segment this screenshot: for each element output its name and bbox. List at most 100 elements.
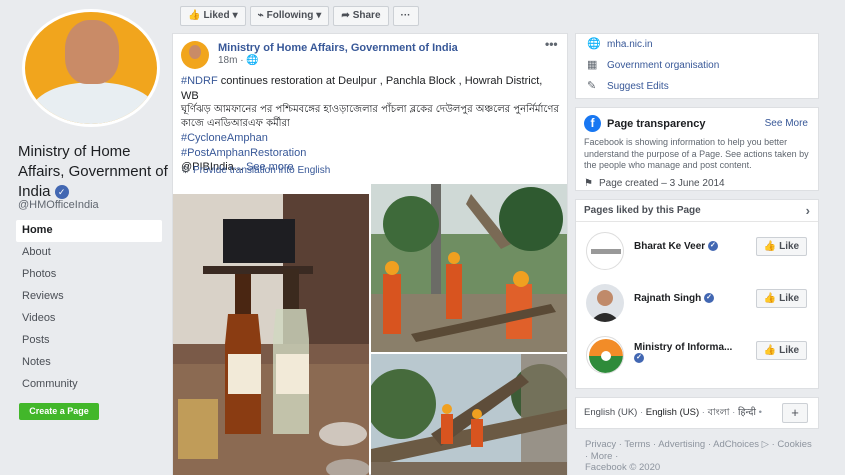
language-separator: · [732,407,736,418]
globe-icon: 🌐 [587,38,601,50]
nav-item-posts[interactable]: Posts [16,330,162,352]
like-label: Like [779,241,800,252]
hashtag-ndrf[interactable]: #NDRF [181,75,218,87]
nav-item-home[interactable]: Home [16,220,162,242]
post-author-avatar[interactable] [181,41,209,69]
category-link[interactable]: Government organisation [607,60,719,71]
hashtag-post-amphan-restoration[interactable]: #PostAmphanRestoration [181,146,563,161]
liked-page-name-text: Ministry of Informa... [634,342,733,353]
verified-badge-icon: ✓ [54,185,69,200]
liked-page-thumb[interactable] [586,232,624,270]
post-card: Ministry of Home Affairs, Government of … [172,33,568,475]
liked-label: Liked [203,10,230,21]
like-page-button[interactable]: 👍 Like [756,237,807,256]
facebook-logo-icon: f [584,115,601,132]
footer-links: Privacy · Terms · Advertising · AdChoice… [585,439,815,474]
more-label: ··· [400,10,411,21]
post-photo-ndrf-workers[interactable] [371,184,567,352]
translate-link[interactable]: ⚙ Provide translation into English [181,165,330,176]
footer-links-line[interactable]: Privacy · Terms · Advertising · AdChoice… [585,439,815,462]
create-page-button[interactable]: Create a Page [19,403,99,420]
share-button[interactable]: ➦ Share [333,6,389,26]
transparency-see-more[interactable]: See More [765,118,808,129]
chevron-right-icon: › [805,203,810,218]
transparency-description: Facebook is showing information to help … [584,137,809,170]
language-separator: · [701,407,705,418]
liked-page-name-text: Bharat Ke Veer [634,241,706,252]
page-nav: Home About Photos Reviews Videos Posts N… [16,220,162,396]
page-handle[interactable]: @HMOfficeIndia [18,199,99,211]
liked-page-name[interactable]: Bharat Ke Veer ✓ [634,241,718,252]
post-bengali-text: ঘূর্ণিঝড় আমফানের পর পশ্চিমবঙ্গের হাওড়া… [181,104,559,129]
page-profile-picture[interactable] [22,9,160,127]
workers-illustration [371,184,567,352]
footer-copyright: Facebook © 2020 [585,462,661,473]
hashtag-cyclone-amphan[interactable]: #CycloneAmphan [181,131,563,146]
post-photo-fallen-tree[interactable] [371,354,567,475]
nav-item-reviews[interactable]: Reviews [16,286,162,308]
nav-item-notes[interactable]: Notes [16,352,162,374]
verified-badge-icon: ✓ [634,353,644,364]
like-page-button[interactable]: 👍 Like [756,341,807,360]
like-page-button[interactable]: 👍 Like [756,289,807,308]
nav-item-about[interactable]: About [16,242,162,264]
page-title-text: Ministry of Home Affairs, Government of … [18,143,168,200]
page-title: Ministry of Home Affairs, Government of … [18,142,168,202]
category-row[interactable]: ▦ Government organisation [576,55,818,76]
thumbs-up-icon: 👍 [188,10,201,21]
nav-item-photos[interactable]: Photos [16,264,162,286]
about-card: 🌐 mha.nic.in ▦ Government organisation ✎… [575,33,819,99]
share-arrow-icon: ➦ [341,10,350,21]
caret-down-icon: ▾ [232,10,238,21]
following-button[interactable]: ⌁ Following ▾ [249,6,330,26]
liked-page-thumb[interactable] [586,284,624,322]
language-separator: · [639,407,644,418]
language-bengali[interactable]: বাংলা [708,407,730,418]
language-en-uk[interactable]: English (UK) [584,407,637,418]
website-row[interactable]: 🌐 mha.nic.in [576,34,818,55]
post-photo-bottles[interactable] [173,194,369,475]
fallen-tree-illustration [371,354,567,475]
globe-icon: · 🌐 [240,55,259,66]
languages-card: English (UK) · English (US) · বাংলা · हि… [575,397,819,429]
left-column: Ministry of Home Affairs, Government of … [0,0,172,475]
liked-page-name[interactable]: Rajnath Singh ✓ [634,293,715,304]
pages-liked-card: Pages liked by this Page › Bharat Ke Vee… [575,199,819,389]
like-label: Like [779,345,800,356]
category-icon: ▦ [587,59,598,71]
language-list: English (UK) · English (US) · বাংলা · हि… [584,405,810,421]
liked-page-thumb[interactable] [586,336,624,374]
page-created-text: Page created – 3 June 2014 [598,177,725,189]
post-line-1-text: continues restoration at Deulpur , Panch… [181,75,543,102]
transparency-title: Page transparency [607,117,706,130]
pages-liked-header[interactable]: Pages liked by this Page › [576,200,818,222]
add-language-button[interactable]: + [782,403,808,423]
post-body: #NDRF continues restoration at Deulpur ,… [181,74,563,175]
language-hindi[interactable]: हिन्दी [738,407,756,418]
post-options-icon[interactable]: ••• [545,37,558,51]
post-line-1: #NDRF continues restoration at Deulpur ,… [181,74,563,103]
liked-page-name-text: Rajnath Singh [634,293,702,304]
page-action-bar: 👍 Liked ▾ ⌁ Following ▾ ➦ Share ··· [180,6,419,26]
post-timestamp[interactable]: 18m · 🌐 [218,55,259,66]
like-label: Like [779,293,800,304]
website-link[interactable]: mha.nic.in [607,39,653,50]
post-author-name[interactable]: Ministry of Home Affairs, Government of … [218,42,458,54]
pages-liked-title: Pages liked by this Page [584,205,701,216]
nav-item-videos[interactable]: Videos [16,308,162,330]
share-label: Share [352,10,381,21]
language-en-us[interactable]: English (US) [646,407,699,418]
suggest-edits-link[interactable]: Suggest Edits [607,81,669,92]
page-created-row: ⚑ Page created – 3 June 2014 [584,178,810,189]
nav-item-community[interactable]: Community [16,374,162,396]
liked-page-name[interactable]: Ministry of Informa... ✓ [634,342,732,364]
liked-button[interactable]: 👍 Liked ▾ [180,6,246,26]
avatar-face [65,20,119,84]
suggest-edits-row[interactable]: ✎ Suggest Edits [576,76,818,97]
rss-icon: ⌁ [257,10,264,21]
flag-icon: ⚑ [584,177,593,189]
avatar-shirt [31,82,157,124]
bharat-ke-veer-logo-icon [591,249,621,254]
following-label: Following [266,10,314,21]
more-options-button[interactable]: ··· [392,6,419,26]
